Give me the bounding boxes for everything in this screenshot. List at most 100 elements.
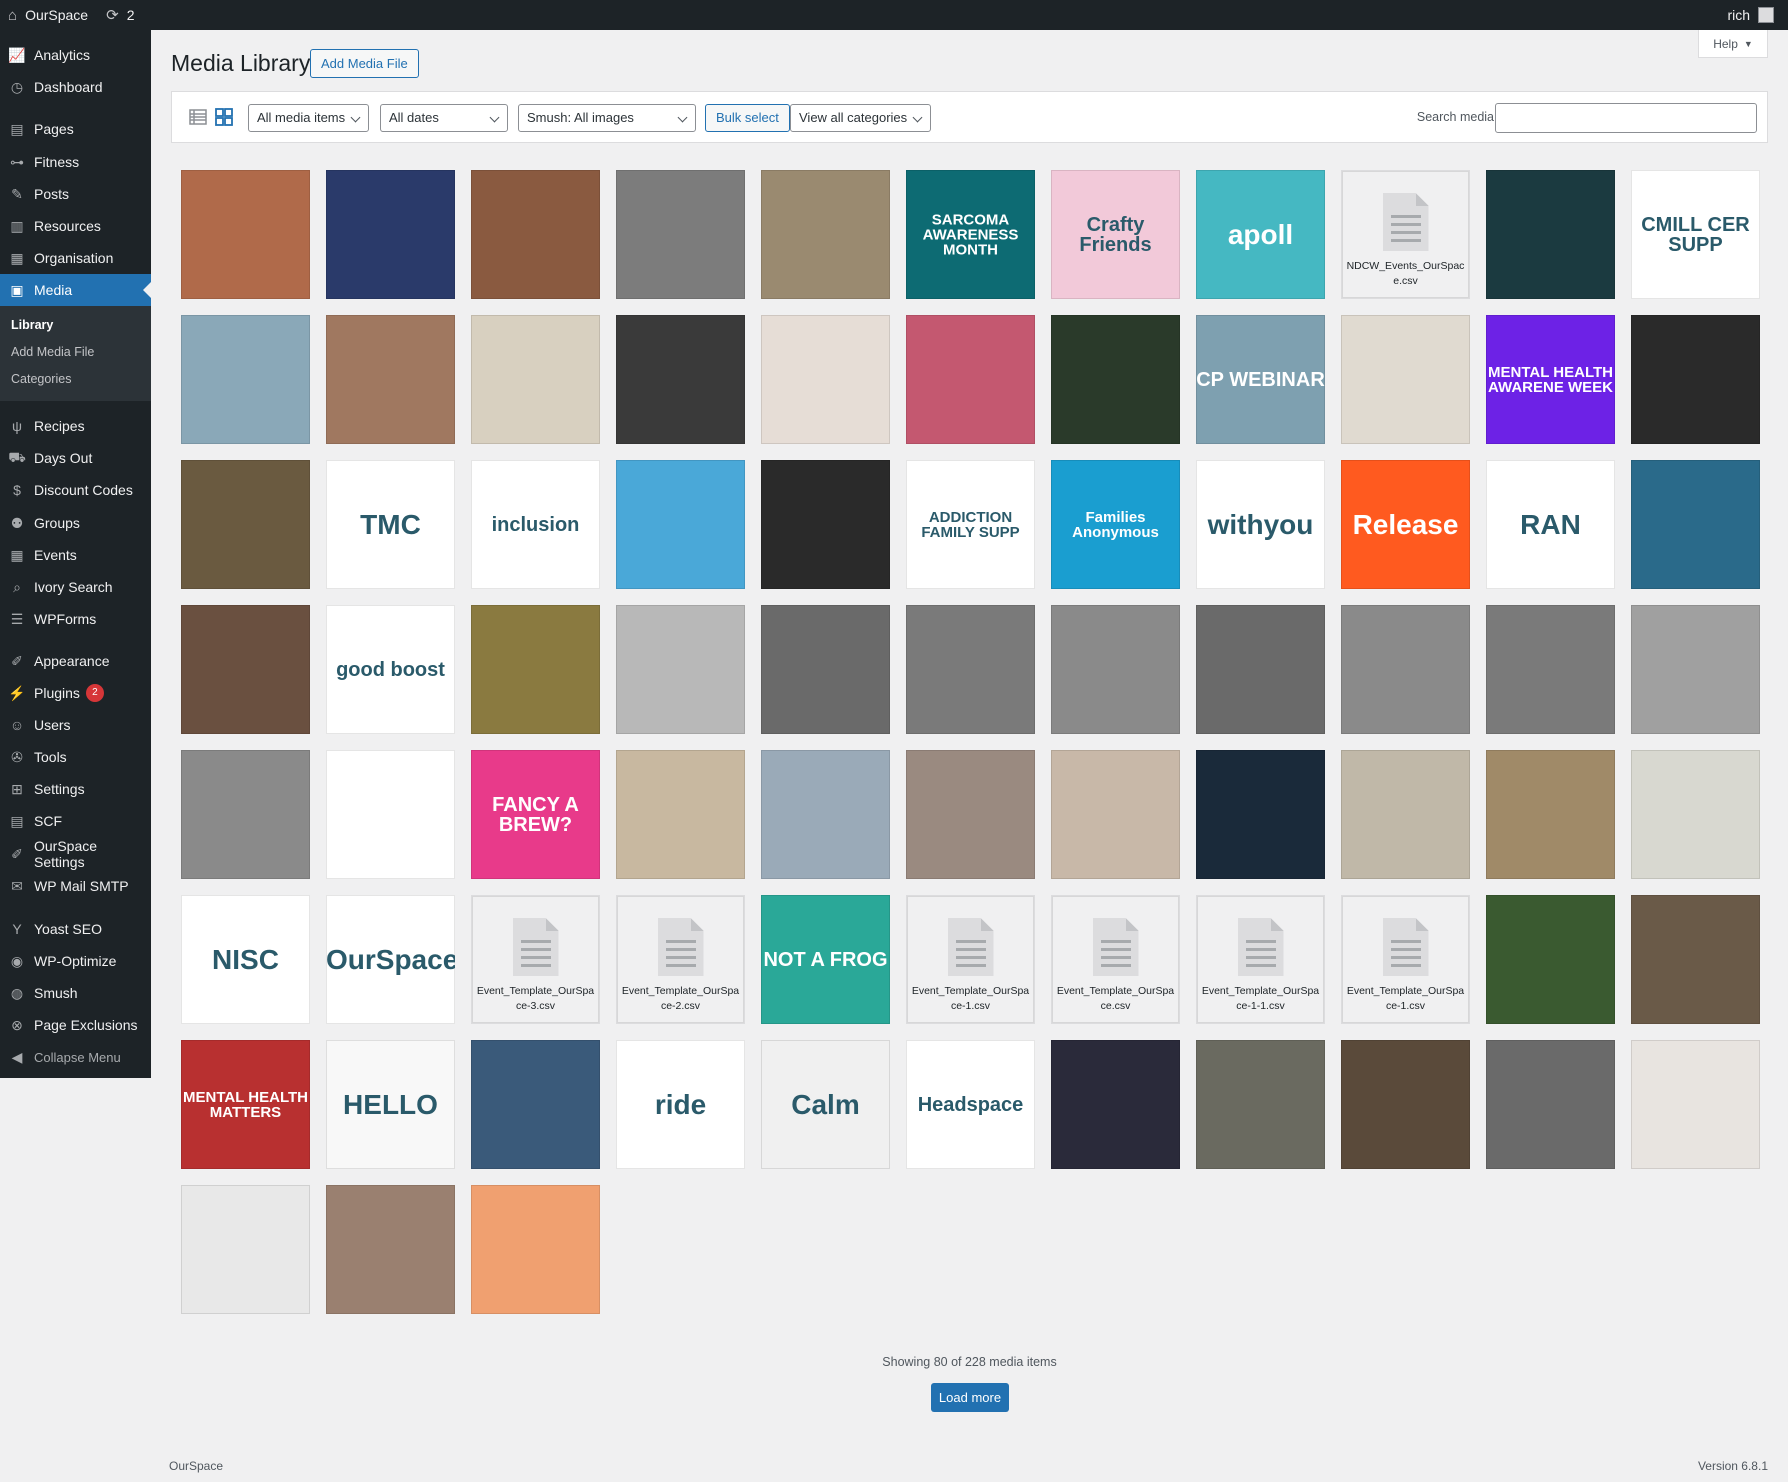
media-tile-image[interactable] <box>761 170 890 299</box>
media-tile-document[interactable]: Event_Template_OurSpace-3.csv <box>471 895 600 1024</box>
media-tile-document[interactable]: Event_Template_OurSpace-1.csv <box>1341 895 1470 1024</box>
media-tile-image[interactable] <box>326 170 455 299</box>
smush-filter[interactable]: Smush: All images <box>518 104 696 132</box>
media-tile-image[interactable] <box>1631 750 1760 879</box>
media-tile-image[interactable] <box>616 605 745 734</box>
media-tile-image[interactable] <box>616 750 745 879</box>
sidebar-item-wpforms[interactable]: ☰ WPForms <box>0 603 151 635</box>
user-name[interactable]: rich <box>1727 7 1750 23</box>
sidebar-item-posts[interactable]: ✎ Posts <box>0 178 151 210</box>
submenu-library[interactable]: Library <box>11 318 53 332</box>
sidebar-item-groups[interactable]: ⚉ Groups <box>0 507 151 539</box>
media-tile-image[interactable]: NISC <box>181 895 310 1024</box>
media-tile-image[interactable] <box>471 315 600 444</box>
media-tile-image[interactable] <box>761 605 890 734</box>
updates-count[interactable]: 2 <box>127 7 135 23</box>
sidebar-item-plugins[interactable]: ⚡ Plugins 2 <box>0 677 151 709</box>
media-tile-image[interactable] <box>1341 750 1470 879</box>
sidebar-item-resources[interactable]: ▥ Resources <box>0 210 151 242</box>
media-tile-image[interactable]: good boost <box>326 605 455 734</box>
help-tab[interactable]: Help ▼ <box>1698 30 1768 58</box>
media-tile-image[interactable]: TMC <box>326 460 455 589</box>
media-tile-image[interactable]: MENTAL HEALTH MATTERS <box>181 1040 310 1169</box>
category-filter[interactable]: View all categories <box>790 104 931 132</box>
media-tile-image[interactable]: ADDICTION FAMILY SUPP <box>906 460 1035 589</box>
media-tile-document[interactable]: Event_Template_OurSpace-1-1.csv <box>1196 895 1325 1024</box>
media-tile-image[interactable] <box>471 605 600 734</box>
media-tile-image[interactable] <box>326 1185 455 1314</box>
media-tile-image[interactable] <box>471 1040 600 1169</box>
media-tile-image[interactable] <box>1486 750 1615 879</box>
collapse-menu-button[interactable]: ◀ Collapse Menu <box>0 1041 151 1073</box>
media-tile-image[interactable] <box>181 170 310 299</box>
media-tile-image[interactable] <box>616 315 745 444</box>
media-tile-image[interactable] <box>1631 895 1760 1024</box>
media-tile-image[interactable] <box>1631 605 1760 734</box>
media-tile-image[interactable]: Families Anonymous <box>1051 460 1180 589</box>
media-tile-image[interactable]: OurSpace <box>326 895 455 1024</box>
media-tile-image[interactable]: RAN <box>1486 460 1615 589</box>
media-tile-image[interactable] <box>1486 895 1615 1024</box>
sidebar-item-ourspace-settings[interactable]: ✐ OurSpace Settings <box>0 838 151 870</box>
sidebar-item-tools[interactable]: ✇ Tools <box>0 741 151 773</box>
sidebar-item-recipes[interactable]: ψ Recipes <box>0 410 151 442</box>
media-tile-document[interactable]: Event_Template_OurSpace.csv <box>1051 895 1180 1024</box>
load-more-button[interactable]: Load more <box>931 1383 1009 1412</box>
avatar[interactable] <box>1758 7 1774 23</box>
grid-view-icon[interactable] <box>214 107 234 127</box>
sidebar-item-wp-optimize[interactable]: ◉ WP-Optimize <box>0 945 151 977</box>
media-tile-image[interactable] <box>906 750 1035 879</box>
updates-icon[interactable]: ⟳ <box>106 8 119 23</box>
sidebar-item-scf[interactable]: ▤ SCF <box>0 805 151 837</box>
media-tile-document[interactable]: NDCW_Events_OurSpace.csv <box>1341 170 1470 299</box>
add-media-file-button[interactable]: Add Media File <box>310 49 419 78</box>
media-tile-image[interactable] <box>1051 315 1180 444</box>
media-tile-image[interactable] <box>181 750 310 879</box>
media-tile-image[interactable]: Release <box>1341 460 1470 589</box>
sidebar-item-events[interactable]: ▦ Events <box>0 539 151 571</box>
media-tile-image[interactable] <box>181 605 310 734</box>
media-tile-image[interactable] <box>1486 1040 1615 1169</box>
sidebar-item-users[interactable]: ☺ Users <box>0 709 151 741</box>
media-tile-image[interactable] <box>471 170 600 299</box>
sidebar-item-discount-codes[interactable]: $ Discount Codes <box>0 474 151 506</box>
media-tile-image[interactable]: NOT A FROG <box>761 895 890 1024</box>
sidebar-item-wp-mail-smtp[interactable]: ✉ WP Mail SMTP <box>0 870 151 902</box>
media-tile-image[interactable] <box>1051 605 1180 734</box>
media-tile-image[interactable] <box>181 315 310 444</box>
media-tile-image[interactable]: ride <box>616 1040 745 1169</box>
home-icon[interactable]: ⌂ <box>8 8 17 23</box>
sidebar-item-page-exclusions[interactable]: ⊗ Page Exclusions <box>0 1009 151 1041</box>
sidebar-item-smush[interactable]: ◍ Smush <box>0 977 151 1009</box>
media-type-filter[interactable]: All media items <box>248 104 369 132</box>
media-tile-image[interactable]: Headspace <box>906 1040 1035 1169</box>
media-tile-image[interactable]: apoll <box>1196 170 1325 299</box>
media-tile-image[interactable] <box>1631 1040 1760 1169</box>
media-tile-image[interactable]: MENTAL HEALTH AWARENE WEEK <box>1486 315 1615 444</box>
media-tile-image[interactable]: CP WEBINAR <box>1196 315 1325 444</box>
bulk-select-button[interactable]: Bulk select <box>705 104 790 132</box>
media-tile-document[interactable]: Event_Template_OurSpace-2.csv <box>616 895 745 1024</box>
sidebar-item-days-out[interactable]: ⛟ Days Out <box>0 442 151 474</box>
media-tile-image[interactable] <box>761 750 890 879</box>
media-tile-image[interactable] <box>1341 315 1470 444</box>
media-tile-image[interactable] <box>1051 750 1180 879</box>
media-tile-image[interactable] <box>1486 605 1615 734</box>
sidebar-item-fitness[interactable]: ⊶ Fitness <box>0 146 151 178</box>
sidebar-item-pages[interactable]: ▤ Pages <box>0 113 151 145</box>
media-tile-image[interactable] <box>1196 750 1325 879</box>
sidebar-item-yoast-seo[interactable]: Y Yoast SEO <box>0 913 151 945</box>
media-tile-image[interactable] <box>326 750 455 879</box>
media-tile-image[interactable] <box>471 1185 600 1314</box>
media-tile-image[interactable] <box>1196 605 1325 734</box>
sidebar-item-settings[interactable]: ⊞ Settings <box>0 773 151 805</box>
sidebar-item-media[interactable]: ▣ Media <box>0 274 151 306</box>
media-tile-image[interactable]: Crafty Friends <box>1051 170 1180 299</box>
submenu-categories[interactable]: Categories <box>11 372 71 386</box>
submenu-add-media-file[interactable]: Add Media File <box>11 345 94 359</box>
media-tile-image[interactable] <box>906 605 1035 734</box>
media-tile-image[interactable] <box>1341 1040 1470 1169</box>
media-tile-image[interactable] <box>1486 170 1615 299</box>
list-view-icon[interactable] <box>188 107 208 127</box>
media-tile-image[interactable]: inclusion <box>471 460 600 589</box>
